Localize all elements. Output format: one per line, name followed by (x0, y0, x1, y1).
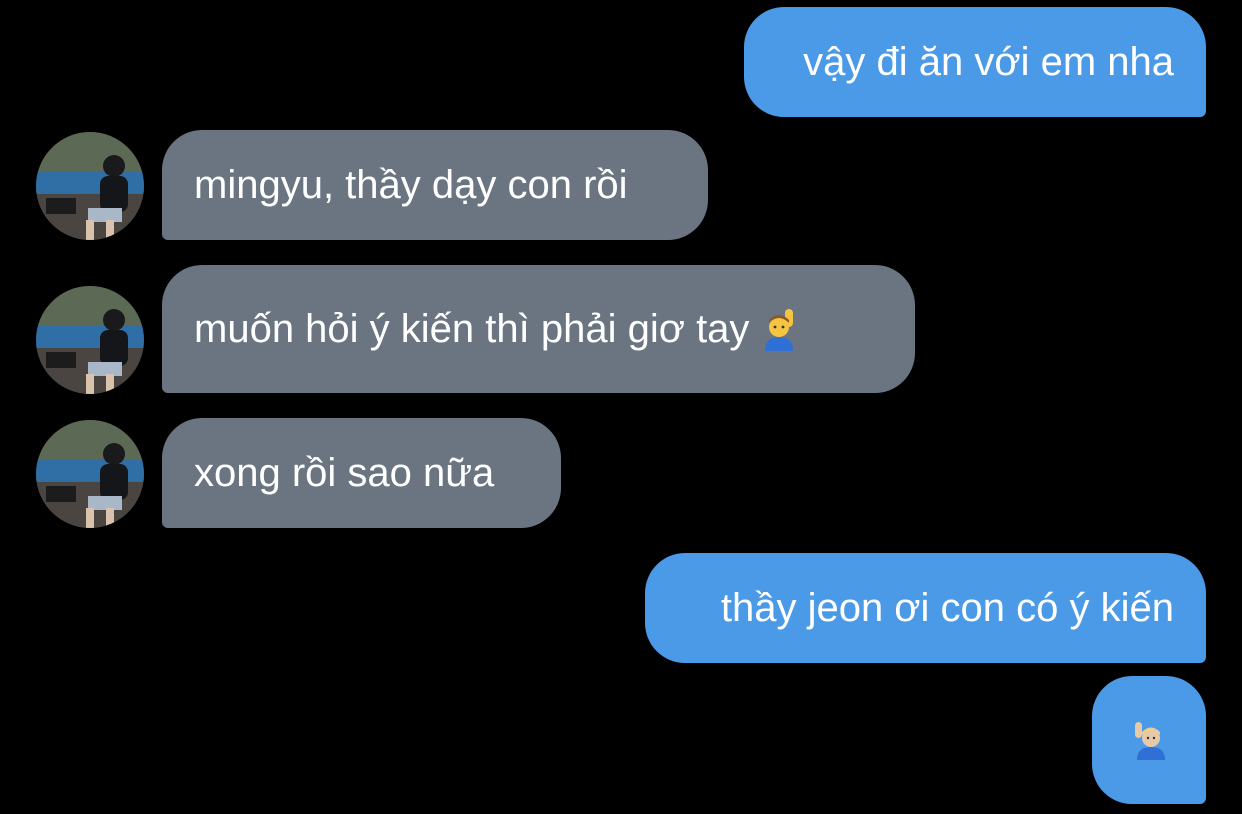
message-bubble-incoming[interactable]: xong rồi sao nữa (162, 418, 561, 528)
avatar[interactable] (36, 286, 144, 394)
avatar-photo-icon (36, 420, 144, 528)
message-bubble-outgoing[interactable] (1092, 676, 1206, 804)
message-text: vậy đi ăn với em nha (803, 40, 1174, 84)
message-text: thầy jeon ơi con có ý kiến (720, 586, 1174, 630)
avatar[interactable] (36, 420, 144, 528)
avatar-photo-icon (36, 286, 144, 394)
message-bubble-outgoing[interactable]: thầy jeon ơi con có ý kiến (645, 553, 1206, 663)
avatar[interactable] (36, 132, 144, 240)
message-text: xong rồi sao nữa (194, 451, 495, 495)
raising-hand-man-emoji-icon (761, 307, 801, 351)
message-bubble-outgoing[interactable]: vậy đi ăn với em nha (744, 7, 1206, 117)
raising-hand-man-light-emoji-icon (1131, 720, 1167, 760)
message-bubble-incoming[interactable]: muốn hỏi ý kiến thì phải giơ tay (162, 265, 915, 393)
message-bubble-incoming[interactable]: mingyu, thầy dạy con rồi (162, 130, 708, 240)
avatar-photo-icon (36, 132, 144, 240)
message-text: mingyu, thầy dạy con rồi (194, 163, 628, 207)
message-text: muốn hỏi ý kiến thì phải giơ tay (194, 307, 750, 351)
